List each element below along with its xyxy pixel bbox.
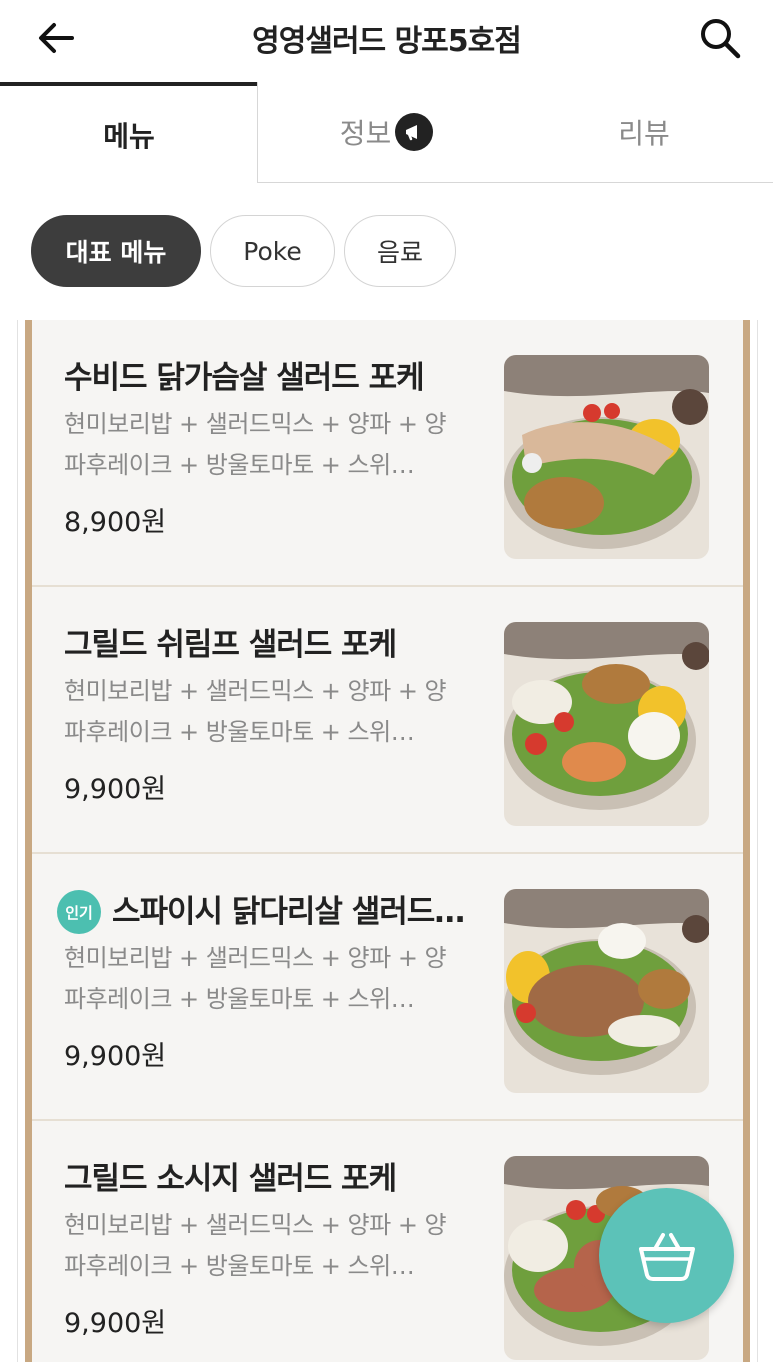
item-description-line: 파후레이크 + 방울토마토 + 스위…	[64, 1252, 415, 1280]
frame-border	[757, 320, 758, 1362]
chip-representative-menu[interactable]: 대표 메뉴	[31, 215, 201, 287]
item-description: 현미보리밥 + 샐러드믹스 + 양파 + 양 파후레이크 + 방울토마토 + 스…	[64, 404, 474, 486]
megaphone-icon	[395, 113, 434, 151]
frame-rail-left	[25, 320, 32, 1362]
tab-info-label: 정보	[339, 117, 392, 150]
item-description: 현미보리밥 + 샐러드믹스 + 양파 + 양 파후레이크 + 방울토마토 + 스…	[64, 938, 474, 1020]
item-description-line: 현미보리밥 + 샐러드믹스 + 양파 + 양	[64, 1211, 447, 1239]
basket-icon	[638, 1232, 695, 1281]
tab-review-label: 리뷰	[618, 117, 670, 150]
menu-item[interactable]: 인기 스파이시 닭다리살 샐러드… 현미보리밥 + 샐러드믹스 + 양파 + 양…	[32, 854, 743, 1121]
item-description-line: 현미보리밥 + 샐러드믹스 + 양파 + 양	[64, 410, 447, 438]
item-name: 그릴드 소시지 샐러드 포케	[64, 1161, 397, 1197]
item-description-line: 파후레이크 + 방울토마토 + 스위…	[64, 718, 415, 746]
tab-menu-label: 메뉴	[103, 119, 155, 153]
search-button[interactable]	[696, 14, 744, 62]
item-description-line: 파후레이크 + 방울토마토 + 스위…	[64, 985, 415, 1013]
frame-rail-right	[743, 320, 750, 1362]
item-description-line: 현미보리밥 + 샐러드믹스 + 양파 + 양	[64, 944, 447, 972]
menu-item[interactable]: 수비드 닭가슴살 샐러드 포케 현미보리밥 + 샐러드믹스 + 양파 + 양 파…	[32, 320, 743, 587]
store-title: 영영샐러드 망포5호점	[252, 24, 522, 59]
item-price: 9,900원	[64, 774, 167, 805]
item-description: 현미보리밥 + 샐러드믹스 + 양파 + 양 파후레이크 + 방울토마토 + 스…	[64, 671, 474, 753]
item-photo	[504, 622, 709, 826]
tab-review[interactable]: 리뷰	[515, 82, 773, 183]
item-price: 8,900원	[64, 507, 167, 538]
item-photo	[504, 889, 709, 1093]
frame-border	[17, 320, 18, 1362]
chip-drink[interactable]: 음료	[344, 215, 456, 287]
popular-badge: 인기	[57, 890, 101, 934]
menu-item[interactable]: 그릴드 쉬림프 샐러드 포케 현미보리밥 + 샐러드믹스 + 양파 + 양 파후…	[32, 587, 743, 854]
item-name: 스파이시 닭다리살 샐러드…	[112, 894, 465, 930]
item-name: 수비드 닭가슴살 샐러드 포케	[64, 360, 425, 396]
chip-poke[interactable]: Poke	[210, 215, 335, 287]
tab-info[interactable]: 정보	[257, 82, 515, 183]
item-description-line: 현미보리밥 + 샐러드믹스 + 양파 + 양	[64, 677, 447, 705]
item-photo	[504, 355, 709, 559]
item-price: 9,900원	[64, 1041, 167, 1072]
top-bar: 영영샐러드 망포5호점	[0, 0, 773, 82]
item-description-line: 파후레이크 + 방울토마토 + 스위…	[64, 451, 415, 479]
item-name: 그릴드 쉬림프 샐러드 포케	[64, 627, 397, 663]
search-icon	[701, 19, 741, 59]
store-tabs: 메뉴 정보 리뷰	[0, 82, 773, 183]
item-description: 현미보리밥 + 샐러드믹스 + 양파 + 양 파후레이크 + 방울토마토 + 스…	[64, 1205, 474, 1287]
tab-menu[interactable]: 메뉴	[0, 82, 258, 183]
item-price: 9,900원	[64, 1308, 167, 1339]
category-chips: 대표 메뉴 Poke 음료	[0, 212, 773, 290]
cart-button[interactable]	[599, 1188, 734, 1323]
